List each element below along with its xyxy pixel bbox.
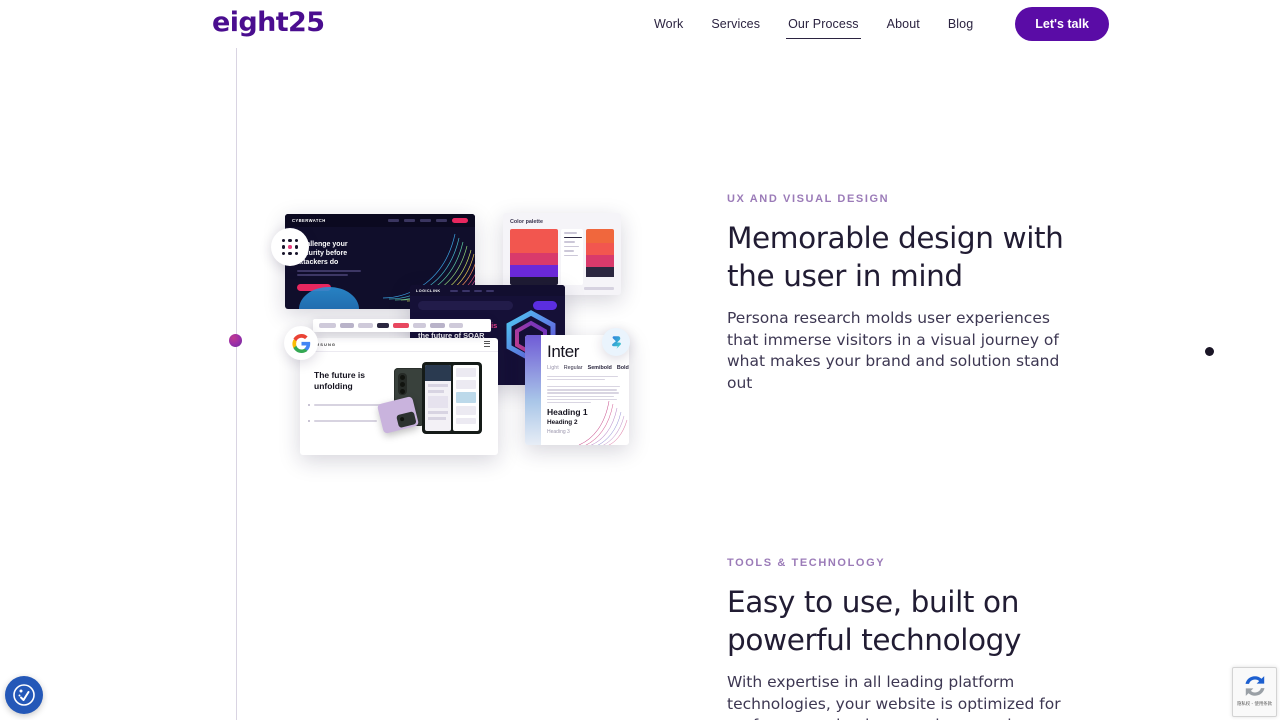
mockup-topbar: CYBERWATCH xyxy=(285,214,475,227)
mockup-logo-strip xyxy=(313,319,491,332)
section-body: With expertise in all leading platform t… xyxy=(727,673,1061,720)
nav-item-our-process[interactable]: Our Process xyxy=(774,11,873,39)
content-section-tools-technology: TOOLS & TECHNOLOGY Easy to use, built on… xyxy=(727,557,1072,720)
mockup-nav xyxy=(388,219,447,222)
typography-swirl-graphic xyxy=(575,395,629,445)
soar-logo: LOGICLINK xyxy=(416,288,441,293)
mockup-color-palette-card: Color palette xyxy=(503,213,621,295)
recaptcha-badge[interactable]: 隐私权 - 使用条款 xyxy=(1232,667,1277,717)
soar-nav xyxy=(450,289,495,292)
hamburger-icon xyxy=(484,341,490,348)
mockup-samsung-page: SAMSUNG The future is unfolding xyxy=(300,338,498,455)
site-header: eight25 Work Services Our Process About … xyxy=(0,0,1280,48)
phone-flip xyxy=(376,396,420,434)
soar-topbar: LOGICLINK xyxy=(410,285,565,296)
grid-dots-icon xyxy=(271,228,309,266)
primary-navigation: Work Services Our Process About Blog Let… xyxy=(640,0,1109,48)
content-section-ux-design: UX AND VISUAL DESIGN Memorable design wi… xyxy=(727,193,1072,394)
mockup-cta-pill xyxy=(452,218,468,223)
weight-bold: Bold xyxy=(616,365,629,371)
typography-gradient-strip xyxy=(525,335,541,445)
palette-spec-column xyxy=(561,229,583,285)
palette-title: Color palette xyxy=(510,219,543,225)
recaptcha-text: 隐私权 - 使用条款 xyxy=(1236,702,1273,707)
section-eyebrow: UX AND VISUAL DESIGN xyxy=(727,193,890,205)
timeline-track xyxy=(236,48,237,720)
nav-item-services[interactable]: Services xyxy=(697,11,774,37)
weight-light: Light xyxy=(547,365,559,371)
phone-foldable xyxy=(422,362,482,434)
accessibility-widget-button[interactable] xyxy=(5,676,43,714)
weight-regular: Regular xyxy=(563,365,583,371)
typeface-name: Inter xyxy=(547,342,580,361)
palette-swatch-column-right xyxy=(586,229,614,285)
mockup-logo: CYBERWATCH xyxy=(292,218,326,223)
design-work-collage: CYBERWATCH Challenge your security befor… xyxy=(255,195,655,485)
section-headline: Memorable design with the user in mind xyxy=(727,221,1064,293)
samsung-topbar: SAMSUNG xyxy=(300,338,498,352)
section-headline: Easy to use, built on powerful technolog… xyxy=(727,585,1022,657)
soar-headline-accent: is xyxy=(491,321,498,330)
heading-2-sample: Heading 2 xyxy=(547,419,578,426)
site-logo[interactable]: eight25 xyxy=(212,9,325,36)
heading-3-sample: Heading 3 xyxy=(547,429,570,435)
soar-search-bar xyxy=(418,301,513,310)
nav-item-work[interactable]: Work xyxy=(640,11,697,37)
samsung-list-item xyxy=(308,420,382,423)
section-eyebrow: TOOLS & TECHNOLOGY xyxy=(727,557,886,569)
accessibility-icon xyxy=(13,684,35,706)
lets-talk-button[interactable]: Let's talk xyxy=(1015,7,1109,41)
section-body: Persona research molds user experiences … xyxy=(727,309,1060,392)
typeface-weights: Light Regular Semibold Bold xyxy=(547,365,629,371)
recaptcha-icon xyxy=(1245,676,1264,696)
timeline-marker-active xyxy=(229,334,242,347)
nav-item-about[interactable]: About xyxy=(873,11,934,37)
sketch-logo-icon xyxy=(602,328,630,356)
samsung-list-item xyxy=(308,404,382,407)
mockup-subtext xyxy=(297,270,361,278)
weight-semibold: Semibold xyxy=(587,365,612,371)
samsung-device-photo xyxy=(376,360,492,448)
right-edge-marker xyxy=(1205,347,1214,356)
nav-item-blog[interactable]: Blog xyxy=(934,11,987,37)
palette-swatch-column-left xyxy=(510,229,558,285)
google-logo-icon xyxy=(284,326,318,360)
